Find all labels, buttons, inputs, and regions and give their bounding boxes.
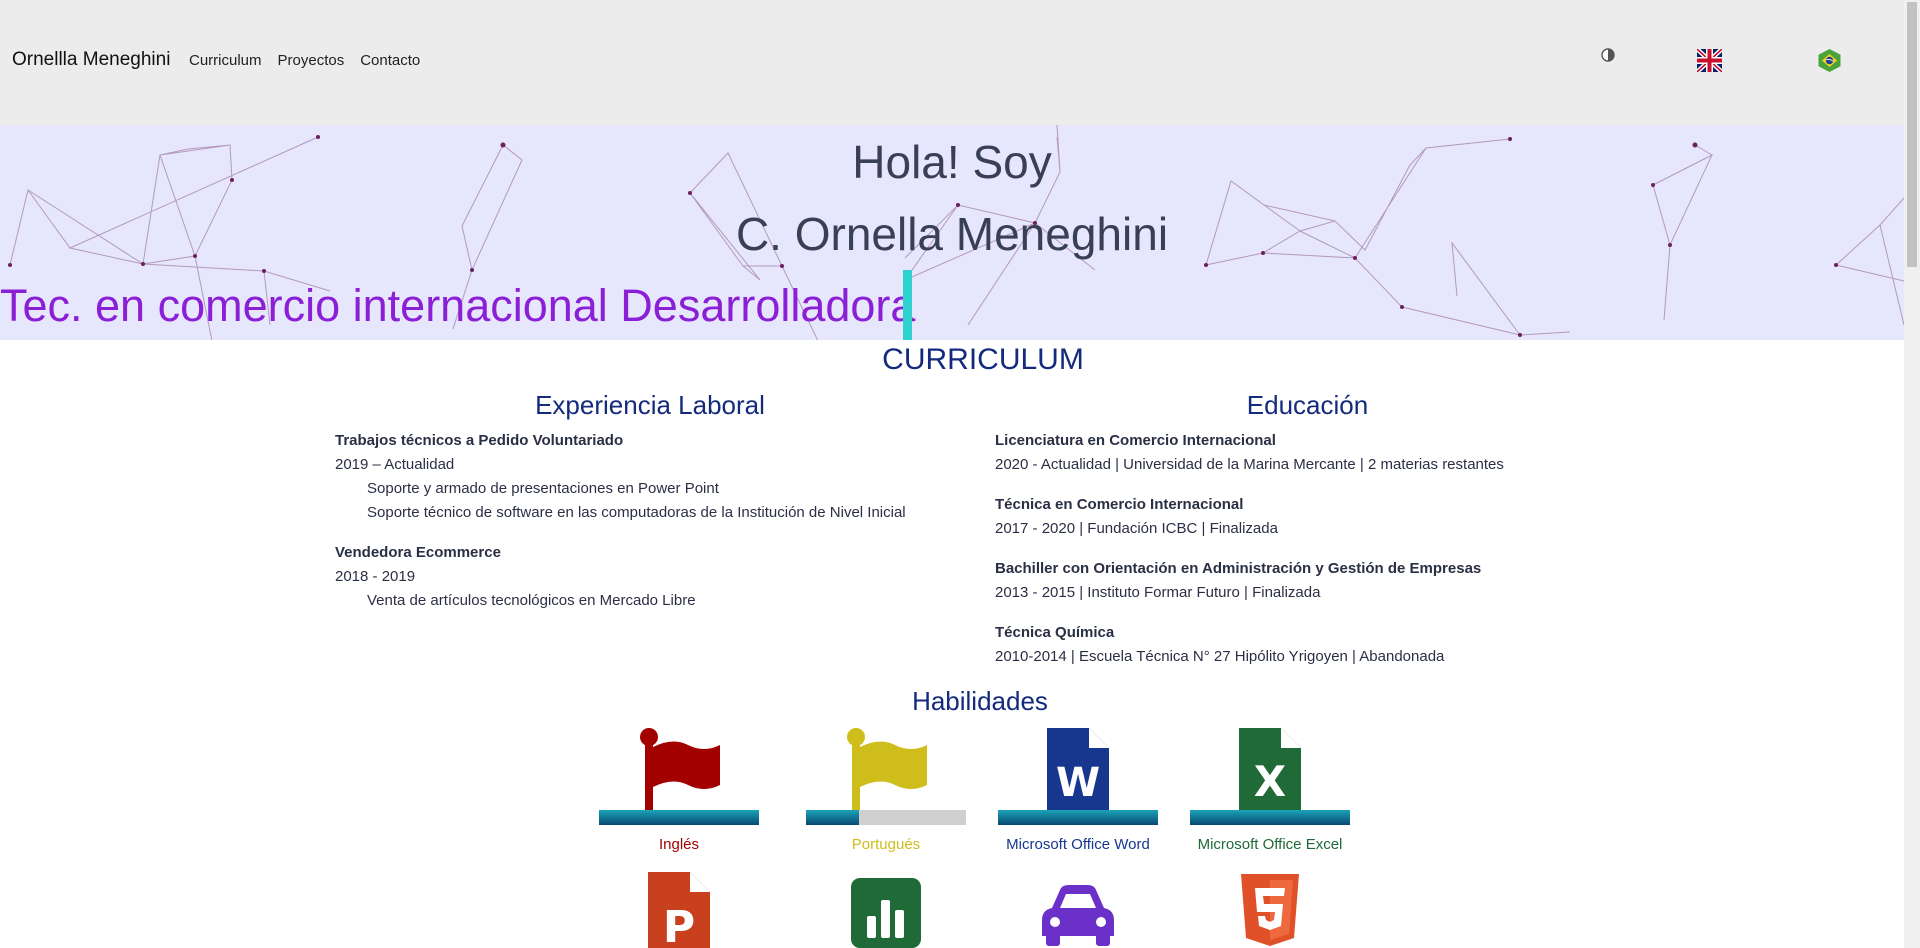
html5-icon — [1241, 874, 1299, 946]
nav-link-contacto[interactable]: Contacto — [360, 52, 420, 69]
red-flag-icon — [640, 728, 720, 812]
education-degree: Técnica Química — [995, 624, 1115, 641]
skill-level-fill — [599, 810, 759, 825]
experience-detail: Soporte y armado de presentaciones en Po… — [367, 480, 719, 497]
nav-link-proyectos[interactable]: Proyectos — [278, 52, 345, 69]
skill-level-bar — [599, 810, 759, 825]
education-title: Educación — [1246, 390, 1369, 420]
word-file-icon: W — [1047, 728, 1109, 810]
skill-level-fill — [998, 810, 1158, 825]
education-info: 2017 - 2020 | Fundación ICBC | Finalizad… — [995, 520, 1278, 537]
experience-period: 2018 - 2019 — [335, 568, 416, 585]
skill-level-bar — [806, 810, 966, 825]
hero-greeting: Hola! Soy — [852, 136, 1052, 188]
skill-label: Microsoft Office Excel — [1197, 836, 1343, 853]
contrast-icon[interactable] — [1601, 48, 1615, 62]
curriculum-title: CURRICULUM — [882, 343, 1084, 376]
education-degree: Bachiller con Orientación en Administrac… — [995, 560, 1482, 577]
car-icon — [1042, 885, 1114, 946]
svg-text:X: X — [1254, 757, 1286, 806]
excel-file-icon: X — [1239, 728, 1301, 810]
navbar: Ornellla Meneghini Curriculum Proyectos … — [0, 0, 1904, 125]
powerpoint-file-icon: P — [648, 872, 710, 948]
education-info: 2010-2014 | Escuela Técnica N° 27 Hipóli… — [995, 648, 1445, 665]
yellow-flag-icon — [847, 728, 927, 812]
experience-detail: Venta de artículos tecnológicos en Merca… — [367, 592, 696, 609]
nav-links: Curriculum Proyectos Contacto — [189, 52, 420, 69]
experience-role: Vendedora Ecommerce — [335, 544, 501, 561]
brand-logo[interactable]: Ornellla Meneghini — [12, 49, 170, 71]
skills-title: Habilidades — [912, 686, 1048, 716]
education-degree: Licenciatura en Comercio Internacional — [995, 432, 1276, 449]
experience-period: 2019 – Actualidad — [335, 456, 455, 473]
svg-text:P: P — [663, 902, 695, 948]
brazil-flag-icon[interactable] — [1817, 48, 1842, 73]
experience-detail: Soporte técnico de software en las compu… — [367, 504, 906, 521]
chart-square-icon — [851, 878, 921, 948]
hero-name: C. Ornella Meneghini — [735, 208, 1169, 260]
page-scrollbar[interactable] — [1904, 0, 1920, 948]
education-info: 2020 - Actualidad | Universidad de la Ma… — [995, 456, 1504, 473]
education-info: 2013 - 2015 | Instituto Formar Futuro | … — [995, 584, 1321, 601]
hero-banner: Hola! Soy C. Ornella Meneghini Tec. en c… — [0, 125, 1904, 340]
skill-label: Microsoft Office Word — [1006, 836, 1150, 853]
skill-level-fill — [806, 810, 859, 825]
experience-title: Experiencia Laboral — [535, 390, 765, 420]
hero-typed-roles: Tec. en comercio internacional Desarroll… — [0, 280, 916, 331]
svg-text:W: W — [1056, 760, 1100, 806]
typing-caret — [903, 270, 912, 340]
education-degree: Técnica en Comercio Internacional — [995, 496, 1244, 513]
skill-label: Inglés — [658, 836, 700, 853]
experience-role: Trabajos técnicos a Pedido Voluntariado — [335, 432, 624, 449]
skill-level-fill — [1190, 810, 1350, 825]
nav-link-curriculum[interactable]: Curriculum — [189, 52, 262, 69]
skill-level-bar — [1190, 810, 1350, 825]
skill-label: Portugués — [851, 836, 921, 853]
skill-level-bar — [998, 810, 1158, 825]
uk-flag-icon[interactable] — [1697, 49, 1722, 72]
scrollbar-thumb[interactable] — [1907, 2, 1917, 267]
